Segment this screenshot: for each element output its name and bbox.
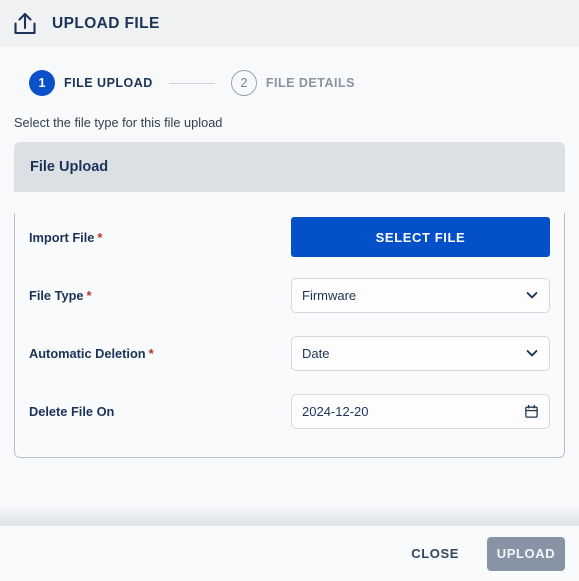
form-description: Select the file type for this file uploa… — [14, 115, 223, 130]
step-2-number: 2 — [230, 70, 257, 96]
control-automatic-deletion: Date — [291, 335, 550, 371]
stepper-step-file-details[interactable]: 2 FILE DETAILS — [230, 70, 355, 96]
file-type-select[interactable]: Firmware — [291, 277, 550, 313]
close-button[interactable]: CLOSE — [397, 536, 473, 571]
file-upload-card: File Upload Import File * SELECT FILE Fil… — [14, 142, 565, 458]
file-type-value: Firmware — [302, 287, 357, 303]
label-import-file: Import File * — [29, 230, 291, 245]
card-body: Import File * SELECT FILE File Type * Firm… — [14, 213, 565, 458]
dialog-footer: CLOSE UPLOAD — [0, 525, 579, 581]
stepper: 1 FILE UPLOAD 2 FILE DETAILS — [0, 47, 579, 119]
required-asterisk-automatic-deletion: * — [148, 345, 154, 361]
delete-file-on-date-input[interactable]: 2024-12-20 — [291, 393, 550, 429]
required-asterisk-import-file: * — [97, 229, 103, 245]
label-delete-file-on-text: Delete File On — [29, 403, 115, 419]
delete-file-on-value: 2024-12-20 — [302, 403, 369, 419]
label-automatic-deletion: Automatic Deletion * — [29, 346, 291, 361]
label-automatic-deletion-text: Automatic Deletion — [29, 345, 146, 361]
control-import-file: SELECT FILE — [291, 217, 550, 257]
control-file-type: Firmware — [291, 277, 550, 313]
window-titlebar: UPLOAD FILE — [0, 0, 579, 47]
card-header: File Upload — [14, 142, 565, 192]
label-file-type-text: File Type — [29, 287, 84, 303]
required-asterisk-file-type: * — [86, 287, 92, 303]
step-2-label: FILE DETAILS — [265, 76, 355, 90]
chevron-down-icon — [526, 292, 538, 299]
control-delete-file-on: 2024-12-20 — [291, 393, 550, 429]
calendar-icon[interactable] — [524, 404, 539, 419]
select-file-button[interactable]: SELECT FILE — [291, 217, 550, 257]
form-row-delete-file-on: Delete File On 2024-12-20 — [29, 387, 550, 435]
upload-icon — [14, 12, 36, 34]
stepper-step-file-upload[interactable]: 1 FILE UPLOAD — [29, 70, 153, 96]
stepper-connector — [168, 82, 215, 84]
label-import-file-text: Import File — [29, 229, 95, 245]
step-1-label: FILE UPLOAD — [64, 76, 153, 90]
form-row-file-type: File Type * Firmware — [29, 271, 550, 319]
card-header-title: File Upload — [30, 159, 109, 175]
form-row-automatic-deletion: Automatic Deletion * Date — [29, 329, 550, 377]
label-delete-file-on: Delete File On — [29, 404, 291, 419]
automatic-deletion-select[interactable]: Date — [291, 335, 550, 371]
chevron-down-icon — [526, 350, 538, 357]
label-file-type: File Type * — [29, 288, 291, 303]
form-row-import-file: Import File * SELECT FILE — [29, 213, 550, 261]
step-1-number: 1 — [29, 70, 55, 96]
upload-button[interactable]: UPLOAD — [487, 536, 565, 571]
page-title: UPLOAD FILE — [52, 14, 160, 32]
footer-shadow — [0, 505, 579, 525]
automatic-deletion-value: Date — [302, 345, 330, 361]
